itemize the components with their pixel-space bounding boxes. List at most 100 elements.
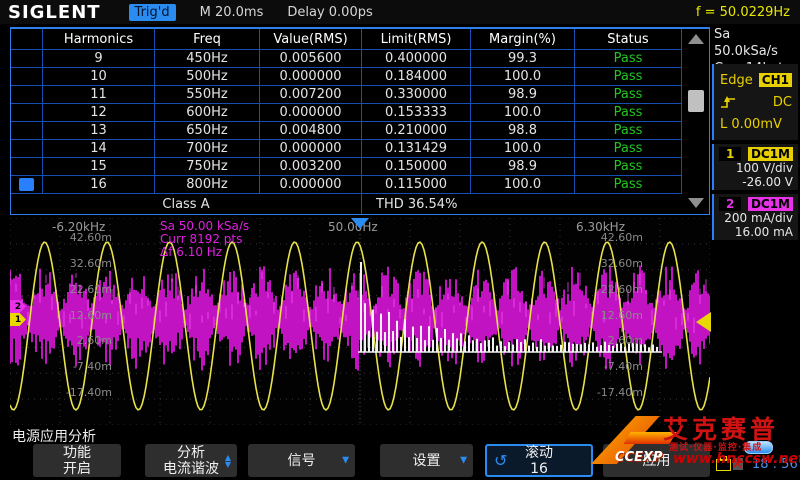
waveform-display: -6.20kHz 50.00Hz 6.30kHz Sa 50.00 kSa/s … xyxy=(10,218,710,425)
channel1-box[interactable]: 1 DC1M 100 V/div -26.00 V xyxy=(712,144,798,190)
cell-limit: 0.400000 xyxy=(362,50,471,68)
cell-harmonic: 10 xyxy=(43,68,155,86)
cell-freq: 650Hz xyxy=(155,122,260,140)
cell-status: Pass xyxy=(575,140,682,158)
soft-menu-button[interactable]: ↺ 应用 xyxy=(603,444,710,477)
column-header-status: Status xyxy=(575,29,682,50)
cell-value: 0.003200 xyxy=(260,158,362,176)
soft-menu-button[interactable]: ↺ 滚动 16 xyxy=(485,444,593,477)
trigger-position-marker[interactable] xyxy=(351,218,369,229)
class-summary: Class A xyxy=(11,194,362,214)
timebase-readout[interactable]: M 20.0ms xyxy=(200,5,264,20)
vertical-scale-label: 32.60m xyxy=(585,257,643,270)
row-select-marker xyxy=(19,142,34,155)
trigger-coupling: DC xyxy=(773,95,792,110)
column-header-margin: Margin(%) xyxy=(471,29,575,50)
cell-margin: 100.0 xyxy=(471,176,575,194)
cell-freq: 600Hz xyxy=(155,104,260,122)
soft-menu-button[interactable]: ↺ 设置 ▼ xyxy=(380,444,473,477)
rotate-knob-icon: ↺ xyxy=(494,453,507,469)
cell-limit: 0.184000 xyxy=(362,68,471,86)
cell-value: 0.005600 xyxy=(260,50,362,68)
cell-freq: 450Hz xyxy=(155,50,260,68)
vertical-scale-label: 12.60m xyxy=(585,309,643,322)
table-scrollbar xyxy=(682,29,709,214)
cell-freq: 750Hz xyxy=(155,158,260,176)
arrow-icon: ▼ xyxy=(342,457,349,464)
button-label-line2: 开启 xyxy=(63,461,91,477)
thd-summary: THD 36.54% xyxy=(362,194,682,214)
channel2-box[interactable]: 2 DC1M 200 mA/div 16.00 mA xyxy=(712,194,798,240)
column-header-limit: Limit(RMS) xyxy=(362,29,471,50)
scroll-down-icon[interactable] xyxy=(688,198,704,208)
vertical-scale-label: 42.60m xyxy=(54,231,112,244)
button-label-line1: 信号 xyxy=(288,453,316,469)
cell-margin: 98.9 xyxy=(471,86,575,104)
column-header-value: Value(RMS) xyxy=(260,29,362,50)
trigger-type: Edge xyxy=(720,73,753,88)
cell-margin: 100.0 xyxy=(471,140,575,158)
vertical-scale-label: -17.40m xyxy=(585,386,643,399)
cell-status: Pass xyxy=(575,86,682,104)
cell-harmonic: 12 xyxy=(43,104,155,122)
cell-harmonic: 14 xyxy=(43,140,155,158)
vertical-scale-label: -7.40m xyxy=(585,360,643,373)
cell-freq: 800Hz xyxy=(155,176,260,194)
cell-freq: 550Hz xyxy=(155,86,260,104)
button-label-line2: 电流谐波 xyxy=(163,461,219,477)
cell-status: Pass xyxy=(575,68,682,86)
channel1-coupling-badge: DC1M xyxy=(748,147,793,161)
vertical-scale-label: 2.60m xyxy=(585,334,643,347)
vertical-scale-label: 12.60m xyxy=(54,309,112,322)
button-label-line1: 滚动 xyxy=(525,445,553,461)
header-marker-col xyxy=(11,29,43,50)
channel1-offset: -26.00 V xyxy=(719,175,793,189)
cell-value: 0.000000 xyxy=(260,104,362,122)
cell-status: Pass xyxy=(575,158,682,176)
soft-menu-button[interactable]: ↺ 功能 开启 xyxy=(33,444,121,477)
row-select-marker xyxy=(19,124,34,137)
cell-harmonic: 9 xyxy=(43,50,155,68)
channel1-scale: 100 V/div xyxy=(719,161,793,175)
channel2-offset: 16.00 mA xyxy=(719,225,793,239)
vertical-scale-label: 22.60m xyxy=(54,283,112,296)
printer-icon[interactable] xyxy=(716,459,731,471)
cell-harmonic: 11 xyxy=(43,86,155,104)
vertical-scale-label: -7.40m xyxy=(54,360,112,373)
cell-value: 0.000000 xyxy=(260,176,362,194)
row-select-marker xyxy=(19,52,34,65)
cell-status: Pass xyxy=(575,176,682,194)
cell-value: 0.007200 xyxy=(260,86,362,104)
delay-readout[interactable]: Delay 0.00ps xyxy=(287,5,372,20)
cell-value: 0.000000 xyxy=(260,68,362,86)
button-label-line1: 设置 xyxy=(413,453,441,469)
row-select-marker xyxy=(19,160,34,173)
soft-menu-button[interactable]: ↺ 分析 电流谐波 ▲▼ xyxy=(145,444,237,477)
column-header-freq: Freq xyxy=(155,29,260,50)
channel2-coupling-badge: DC1M xyxy=(748,197,793,211)
cell-status: Pass xyxy=(575,50,682,68)
clock: 18 : 56 xyxy=(752,457,798,472)
cell-value: 0.004800 xyxy=(260,122,362,140)
trigger-panel[interactable]: Edge CH1 DC L 0.00mV xyxy=(712,64,798,140)
cell-harmonic: 13 xyxy=(43,122,155,140)
row-select-marker xyxy=(19,178,34,191)
vertical-scale-label: 22.60m xyxy=(585,283,643,296)
soft-menu-button[interactable]: ↺ 信号 ▼ xyxy=(248,444,355,477)
scrollbar-thumb[interactable] xyxy=(688,90,704,112)
channel1-id: 1 xyxy=(719,147,741,161)
button-label-line1: 分析 xyxy=(177,445,205,461)
cell-margin: 98.9 xyxy=(471,158,575,176)
usb-error-icon: ✕ xyxy=(731,455,744,473)
scroll-up-icon[interactable] xyxy=(688,34,704,44)
trigger-level-marker[interactable] xyxy=(696,312,711,332)
top-status-bar: SIGLENT Trig'd M 20.0ms Delay 0.00ps f =… xyxy=(0,0,800,24)
arrow-icon: ▲▼ xyxy=(225,454,231,468)
cell-limit: 0.330000 xyxy=(362,86,471,104)
row-select-marker xyxy=(19,70,34,83)
cell-harmonic: 15 xyxy=(43,158,155,176)
row-select-marker xyxy=(19,88,34,101)
rising-edge-icon xyxy=(720,94,737,110)
button-label-line1: 应用 xyxy=(643,453,671,469)
watermark-logo-stroke xyxy=(624,432,677,444)
